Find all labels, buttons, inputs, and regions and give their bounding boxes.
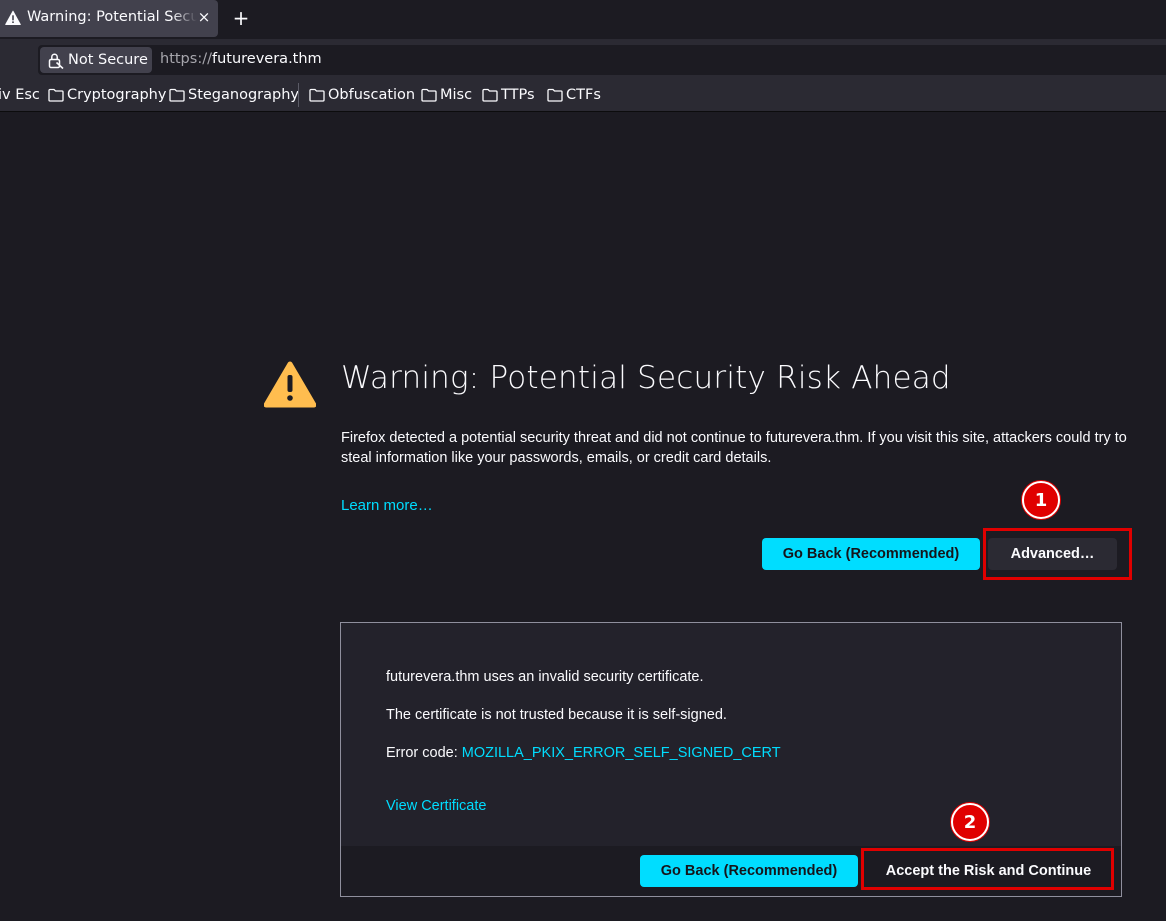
go-back-button-2[interactable]: Go Back (Recommended) <box>640 855 858 887</box>
folder-icon <box>482 88 498 102</box>
bookmark-folder-ctfs[interactable]: CTFs <box>547 87 601 103</box>
insecure-lock-icon <box>48 53 64 69</box>
folder-icon <box>48 88 64 102</box>
folder-icon <box>421 88 437 102</box>
bookmark-folder-misc[interactable]: Misc <box>421 87 472 103</box>
step-marker-1: 1 <box>1022 481 1060 519</box>
url-host: futurevera.thm <box>211 51 322 67</box>
site-security-button[interactable]: Not Secure <box>40 47 152 73</box>
folder-icon <box>169 88 185 102</box>
bookmark-folder-cryptography[interactable]: Cryptography <box>48 87 166 103</box>
bookmark-label: Cryptography <box>67 87 167 103</box>
folder-icon <box>309 88 325 102</box>
bookmark-folder-ttps[interactable]: TTPs <box>482 87 535 103</box>
page-title: Warning: Potential Security Risk Ahead <box>341 360 951 396</box>
bookmark-label: TTPs <box>501 87 535 103</box>
tab-active[interactable]: Warning: Potential Security Risk Ahead × <box>0 0 218 37</box>
bookmark-folder-priv-esc[interactable]: iv Esc <box>0 87 40 103</box>
bookmark-label: iv Esc <box>0 87 40 103</box>
url-bar[interactable]: Not Secure https://futurevera.thm <box>38 45 1166 75</box>
close-icon[interactable]: × <box>196 9 212 25</box>
bookmark-separator <box>298 83 299 107</box>
bookmark-label: Steganography <box>188 87 299 103</box>
error-code-link[interactable]: MOZILLA_PKIX_ERROR_SELF_SIGNED_CERT <box>462 745 781 761</box>
highlight-box-accept <box>861 848 1114 890</box>
warning-icon <box>5 10 21 25</box>
highlight-box-advanced <box>983 528 1132 580</box>
tab-strip: Warning: Potential Security Risk Ahead ×… <box>0 0 1166 39</box>
view-certificate-link[interactable]: View Certificate <box>386 798 486 814</box>
error-code-line: Error code: MOZILLA_PKIX_ERROR_SELF_SIGN… <box>386 745 781 761</box>
url-scheme: https:// <box>160 51 212 67</box>
bookmark-label: Obfuscation <box>328 87 416 103</box>
tab-title: Warning: Potential Security Risk Ahead <box>27 9 197 25</box>
error-description: Firefox detected a potential security th… <box>341 430 1127 466</box>
nav-bar: Not Secure https://futurevera.thm <box>0 39 1166 79</box>
error-code-label: Error code: <box>386 745 462 761</box>
url-text[interactable]: https://futurevera.thm <box>160 51 322 67</box>
step-marker-2: 2 <box>951 803 989 841</box>
learn-more-link[interactable]: Learn more… <box>341 497 433 514</box>
bookmark-label: CTFs <box>566 87 601 103</box>
invalid-cert-text: futurevera.thm uses an invalid security … <box>386 669 704 685</box>
new-tab-button[interactable]: + <box>229 6 253 30</box>
security-label: Not Secure <box>68 52 148 68</box>
folder-icon <box>547 88 563 102</box>
bookmark-label: Misc <box>440 87 473 103</box>
bookmarks-toolbar: iv Esc Cryptography Steganography Obfusc… <box>0 79 1166 112</box>
warning-icon <box>264 361 316 408</box>
go-back-button[interactable]: Go Back (Recommended) <box>762 538 980 570</box>
bookmark-folder-obfuscation[interactable]: Obfuscation <box>309 87 415 103</box>
page-content: Warning: Potential Security Risk Ahead F… <box>0 112 1166 921</box>
self-signed-text: The certificate is not trusted because i… <box>386 707 727 723</box>
bookmark-folder-steganography[interactable]: Steganography <box>169 87 299 103</box>
